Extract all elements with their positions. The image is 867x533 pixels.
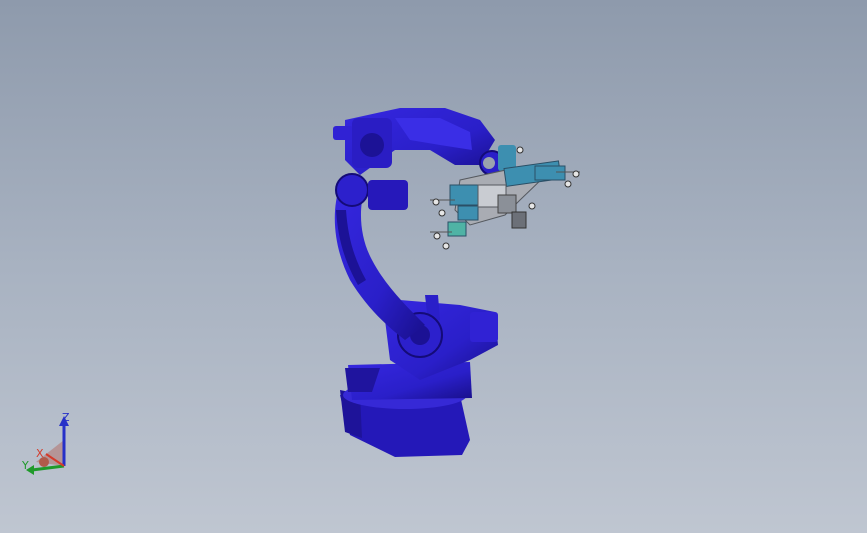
axis-triad: Z X Y [18,410,78,480]
axis-x-label: X [36,447,44,460]
robot-arm-model[interactable] [0,0,867,533]
graphics-viewport[interactable]: Z X Y [0,0,867,533]
robot-base [340,362,472,457]
robot-upper-arm [333,108,495,175]
axis-y-label: Y [22,459,29,472]
robot-lower-arm [334,173,425,340]
axis-z-label: Z [62,411,70,424]
